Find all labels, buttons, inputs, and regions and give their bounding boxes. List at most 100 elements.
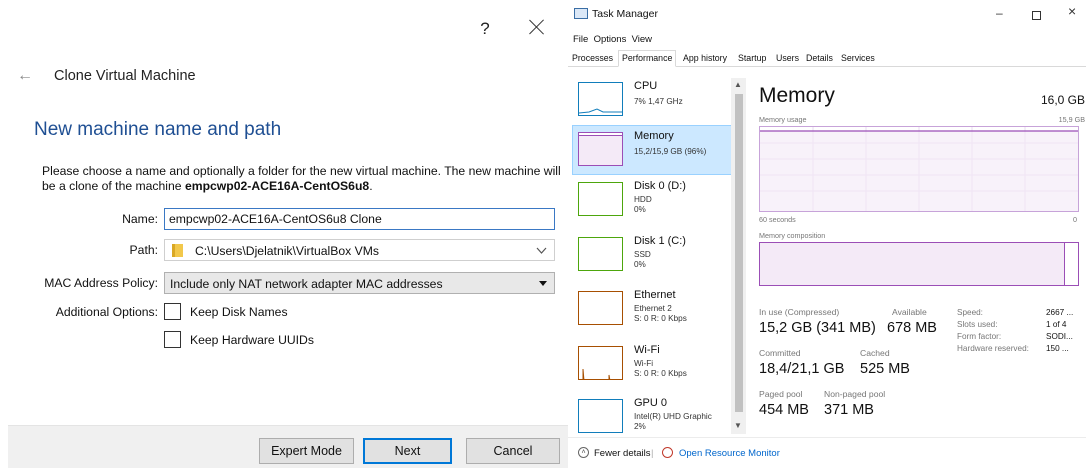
tab-processes[interactable]: Processes bbox=[572, 53, 613, 63]
mac-policy-label: MAC Address Policy: bbox=[44, 276, 158, 290]
committed-label: Committed bbox=[759, 348, 801, 358]
sidebar-sub: HDD bbox=[634, 195, 652, 204]
dropdown-arrow-icon bbox=[539, 281, 547, 286]
sidebar-name: Wi-Fi bbox=[634, 344, 660, 356]
source-machine-name: empcwp02-ACE16A-CentOS6u8 bbox=[184, 179, 370, 193]
disk1-thumbnail bbox=[578, 237, 623, 271]
expert-mode-button[interactable]: Expert Mode bbox=[259, 438, 354, 464]
sidebar-item-ethernet[interactable]: Ethernet Ethernet 2 S: 0 R: 0 Kbps bbox=[572, 284, 732, 334]
clone-vm-dialog: ? ← Clone Virtual Machine New machine na… bbox=[0, 0, 568, 468]
speed-value: 2667 ... bbox=[1046, 308, 1074, 317]
memory-composition-bar bbox=[759, 242, 1079, 286]
memory-heading: Memory bbox=[759, 84, 835, 107]
sidebar-name: Disk 0 (D:) bbox=[634, 180, 686, 192]
next-button[interactable]: Next bbox=[363, 438, 452, 464]
paged-pool-label: Paged pool bbox=[759, 389, 803, 399]
mac-policy-select[interactable]: Include only NAT network adapter MAC add… bbox=[164, 272, 555, 294]
sidebar-name: GPU 0 bbox=[634, 397, 668, 409]
tab-services[interactable]: Services bbox=[841, 53, 875, 63]
sidebar-sub: 0% bbox=[634, 205, 646, 214]
resource-monitor-icon bbox=[662, 447, 673, 458]
hardware-reserved-label: Hardware reserved: bbox=[957, 344, 1029, 353]
sidebar-sub: SSD bbox=[634, 250, 651, 259]
paged-pool-value: 454 MB bbox=[759, 402, 809, 418]
task-manager-window: Task Manager – × File Options View Proce… bbox=[568, 0, 1086, 468]
path-combo[interactable]: C:\Users\Djelatnik\VirtualBox VMs bbox=[164, 239, 555, 261]
back-arrow-icon[interactable]: ← bbox=[17, 67, 33, 85]
non-paged-pool-value: 371 MB bbox=[824, 402, 874, 418]
cancel-button[interactable]: Cancel bbox=[466, 438, 560, 464]
sidebar-name: CPU bbox=[634, 80, 658, 92]
sidebar-sub: 7% 1,47 GHz bbox=[634, 97, 683, 106]
memory-total: 16,0 GB bbox=[1040, 93, 1085, 107]
separator: | bbox=[651, 448, 654, 459]
memory-usage-label: Memory usage bbox=[759, 115, 807, 124]
menu-bar[interactable]: File Options View bbox=[573, 34, 652, 45]
mac-policy-value: Include only NAT network adapter MAC add… bbox=[170, 277, 443, 291]
sidebar-sub: 2% bbox=[634, 422, 646, 431]
fewer-details-link[interactable]: Fewer details bbox=[594, 448, 651, 459]
name-input[interactable]: empcwp02-ACE16A-CentOS6u8 Clone bbox=[164, 208, 555, 230]
tab-performance[interactable]: Performance bbox=[618, 50, 677, 67]
sidebar-item-disk-0[interactable]: Disk 0 (D:) HDD 0% bbox=[572, 175, 732, 225]
help-icon[interactable]: ? bbox=[475, 19, 495, 39]
sidebar-sub: 0% bbox=[634, 260, 646, 269]
tab-startup[interactable]: Startup bbox=[738, 53, 766, 63]
tab-app-history[interactable]: App history bbox=[683, 53, 727, 63]
keep-disk-names-label[interactable]: Keep Disk Names bbox=[190, 305, 288, 319]
scroll-down-icon[interactable]: ▼ bbox=[734, 421, 742, 430]
gpu-thumbnail bbox=[578, 399, 623, 433]
memory-thumbnail bbox=[578, 132, 623, 166]
sidebar-scrollbar[interactable]: ▲ ▼ bbox=[731, 78, 746, 434]
bottom-divider bbox=[568, 437, 1086, 438]
scrollbar-thumb[interactable] bbox=[735, 94, 743, 412]
name-label: Name: bbox=[122, 212, 158, 226]
sidebar-sub: S: 0 R: 0 Kbps bbox=[634, 369, 687, 378]
memory-in-use-segment bbox=[760, 243, 1066, 285]
committed-value: 18,4/21,1 GB bbox=[759, 361, 845, 377]
in-use-label: In use (Compressed) bbox=[759, 307, 840, 317]
path-value: C:\Users\Djelatnik\VirtualBox VMs bbox=[195, 244, 379, 258]
name-input-value: empcwp02-ACE16A-CentOS6u8 Clone bbox=[169, 212, 382, 226]
slots-label: Slots used: bbox=[957, 320, 998, 329]
sidebar-item-gpu[interactable]: GPU 0 Intel(R) UHD Graphic 2% bbox=[572, 392, 732, 434]
slots-value: 1 of 4 bbox=[1046, 320, 1067, 329]
description-text: Please choose a name and optionally a fo… bbox=[42, 164, 562, 194]
sidebar-item-wifi[interactable]: Wi-Fi Wi-Fi S: 0 R: 0 Kbps bbox=[572, 339, 732, 389]
memory-composition-label: Memory composition bbox=[759, 231, 826, 240]
non-paged-pool-label: Non-paged pool bbox=[824, 389, 886, 399]
maximize-icon[interactable] bbox=[1032, 11, 1041, 20]
keep-disk-names-checkbox[interactable] bbox=[164, 303, 181, 320]
available-label: Available bbox=[892, 307, 927, 317]
keep-hardware-uuids-checkbox[interactable] bbox=[164, 331, 181, 348]
sidebar-name: Disk 1 (C:) bbox=[634, 235, 686, 247]
chevron-up-icon[interactable]: ˄ bbox=[578, 447, 589, 458]
memory-usage-max: 15,9 GB bbox=[1058, 115, 1085, 124]
chevron-down-icon bbox=[536, 247, 547, 254]
zero-label: 0 bbox=[1073, 215, 1077, 224]
ethernet-thumbnail bbox=[578, 291, 623, 325]
task-manager-app-icon bbox=[574, 8, 588, 19]
sidebar-item-disk-1[interactable]: Disk 1 (C:) SSD 0% bbox=[572, 230, 732, 280]
scroll-up-icon[interactable]: ▲ bbox=[734, 80, 742, 89]
sidebar-item-cpu[interactable]: CPU 7% 1,47 GHz bbox=[572, 75, 732, 125]
wizard-title: Clone Virtual Machine bbox=[54, 68, 196, 84]
cpu-thumbnail bbox=[578, 82, 623, 116]
cached-label: Cached bbox=[860, 348, 890, 358]
minimize-icon[interactable]: – bbox=[996, 6, 1003, 20]
close-icon[interactable] bbox=[527, 17, 547, 37]
sidebar-item-memory[interactable]: Memory 15,2/15,9 GB (96%) bbox=[572, 125, 732, 175]
wifi-thumbnail bbox=[578, 346, 623, 380]
description-suffix: . bbox=[369, 179, 373, 193]
sidebar-sub: 15,2/15,9 GB (96%) bbox=[634, 147, 707, 156]
in-use-value: 15,2 GB (341 MB) bbox=[759, 320, 876, 336]
keep-hardware-uuids-label[interactable]: Keep Hardware UUIDs bbox=[190, 333, 314, 347]
hardware-reserved-value: 150 ... bbox=[1046, 344, 1069, 353]
tab-users[interactable]: Users bbox=[776, 53, 799, 63]
sidebar-sub: Wi-Fi bbox=[634, 359, 654, 368]
window-close-icon[interactable]: × bbox=[1068, 3, 1076, 19]
open-resource-monitor-link[interactable]: Open Resource Monitor bbox=[679, 448, 780, 459]
speed-label: Speed: bbox=[957, 308, 983, 317]
disk0-thumbnail bbox=[578, 182, 623, 216]
tab-details[interactable]: Details bbox=[806, 53, 833, 63]
